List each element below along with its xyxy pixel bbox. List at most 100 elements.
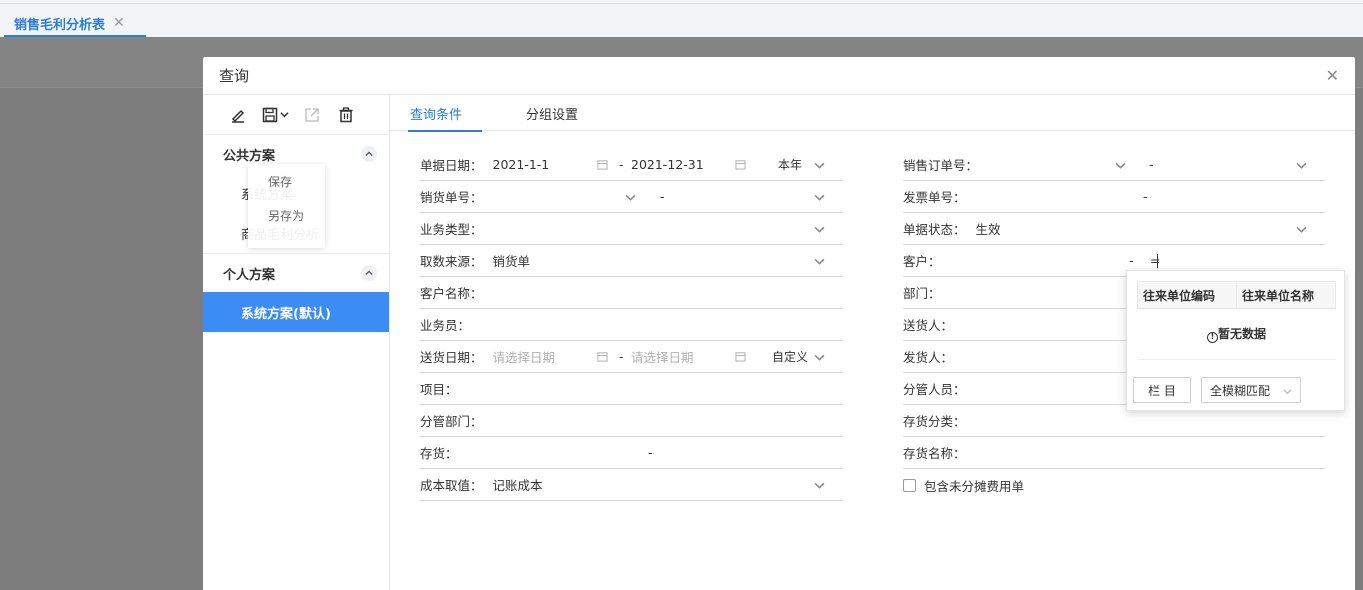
save-icon: [262, 107, 277, 122]
field-managed-dept[interactable]: 分管部门：: [420, 405, 843, 437]
top-line: [0, 3, 1363, 4]
edit-button[interactable]: [221, 101, 255, 129]
date-range-select[interactable]: 自定义: [772, 348, 808, 365]
tab-label: 销售毛利分析表: [14, 17, 106, 33]
match-mode-select[interactable]: 全模糊匹配: [1201, 377, 1301, 403]
dialog-header: 查询 ✕: [203, 57, 1355, 95]
field-data-source[interactable]: 取数来源： 销货单: [420, 245, 843, 277]
empty-text: 暂无数据: [1217, 327, 1266, 341]
tab-close-icon[interactable]: ✕: [113, 15, 125, 31]
query-tabs: 查询条件 分组设置: [390, 95, 1355, 132]
field-business-type[interactable]: 业务类型：: [420, 213, 843, 245]
field-value: 记账成本: [492, 478, 543, 493]
field-value: 销货单: [492, 254, 531, 269]
field-project[interactable]: 项目：: [420, 373, 843, 405]
tab-sales-margin[interactable]: 销售毛利分析表 ✕: [4, 9, 146, 37]
checkbox[interactable]: [903, 478, 916, 492]
range-separator: -: [1143, 189, 1148, 204]
chevron-down-icon[interactable]: [814, 224, 825, 235]
field-label: 分管部门：: [420, 414, 483, 429]
pencil-icon: [231, 109, 245, 123]
group-personal[interactable]: 个人方案: [203, 254, 389, 292]
divider: [1137, 359, 1336, 360]
field-sales-no[interactable]: 销货单号： -: [420, 181, 843, 213]
field-label: 销售订单号：: [903, 158, 979, 173]
close-icon[interactable]: ✕: [1326, 66, 1339, 85]
calendar-icon[interactable]: [735, 351, 746, 362]
field-label: 送货日期：: [420, 350, 483, 365]
export-icon: [305, 107, 319, 122]
chevron-up-icon[interactable]: [361, 265, 377, 281]
delete-button[interactable]: [329, 101, 363, 129]
left-field-column: 单据日期： 2021-1-1 - 2021-12-31 本年 销货单号： - 业…: [420, 149, 843, 501]
field-value: 生效: [975, 222, 1001, 237]
calendar-icon[interactable]: [735, 159, 746, 170]
chevron-down-icon[interactable]: [1296, 224, 1307, 235]
field-sales-order-no[interactable]: 销售订单号： -: [903, 149, 1325, 181]
field-doc-date[interactable]: 单据日期： 2021-1-1 - 2021-12-31 本年: [420, 149, 843, 181]
chevron-down-icon[interactable]: [1115, 160, 1126, 171]
scheme-panel: 公共方案 系统方案 商品毛利分析 个人方案 系统方案(默认) 保存 另存为: [203, 95, 390, 590]
chevron-down-icon[interactable]: [1296, 160, 1307, 171]
include-unallocated-checkbox[interactable]: 包含未分摊费用单: [903, 469, 1325, 501]
date-separator: -: [619, 157, 624, 172]
text-cursor: [1157, 254, 1158, 268]
group-title: 公共方案: [223, 148, 276, 164]
field-label: 单据日期：: [420, 158, 483, 173]
field-label: 存货名称：: [903, 446, 966, 461]
field-customer-name[interactable]: 客户名称：: [420, 277, 843, 309]
chevron-up-icon[interactable]: [361, 146, 377, 162]
empty-state: ! 暂无数据: [1127, 325, 1346, 343]
menu-item-save-as[interactable]: 另存为: [248, 198, 325, 232]
range-separator: -: [1129, 253, 1134, 268]
select-value: 全模糊匹配: [1210, 383, 1271, 398]
calendar-icon[interactable]: [597, 159, 608, 170]
field-label: 成本取值：: [420, 478, 483, 493]
top-tab-strip: 销售毛利分析表 ✕: [0, 0, 1363, 37]
save-menu: 保存 另存为: [248, 164, 325, 248]
export-button[interactable]: [295, 101, 329, 129]
chevron-down-icon[interactable]: [814, 352, 825, 363]
chevron-down-icon: [1283, 389, 1292, 395]
customer-input[interactable]: =: [1150, 253, 1160, 268]
trash-icon: [339, 106, 353, 122]
field-inventory[interactable]: 存货： -: [420, 437, 843, 469]
group-title: 个人方案: [223, 267, 276, 283]
save-dropdown-button[interactable]: [255, 101, 295, 129]
chevron-down-icon[interactable]: [814, 160, 825, 171]
field-cost-value[interactable]: 成本取值： 记账成本: [420, 469, 843, 501]
chevron-down-icon[interactable]: [814, 480, 825, 491]
date-separator: -: [619, 349, 624, 364]
scheme-item-selected[interactable]: 系统方案(默认): [203, 292, 389, 332]
chevron-down-icon[interactable]: [814, 256, 825, 267]
field-label: 销货单号：: [420, 190, 483, 205]
tab-group-settings[interactable]: 分组设置: [526, 95, 578, 131]
field-label: 项目：: [420, 382, 458, 397]
scheme-toolbar: [203, 95, 389, 135]
chevron-down-icon[interactable]: [814, 192, 825, 203]
chevron-down-icon[interactable]: [625, 192, 636, 203]
field-inventory-name[interactable]: 存货名称：: [903, 437, 1325, 469]
date-to[interactable]: 2021-12-31: [631, 157, 704, 172]
calendar-icon[interactable]: [597, 351, 608, 362]
columns-button[interactable]: 栏 目: [1133, 377, 1191, 403]
date-range-select[interactable]: 本年: [778, 156, 802, 173]
field-label: 存货：: [420, 446, 458, 461]
field-invoice-no[interactable]: 发票单号： -: [903, 181, 1325, 213]
field-label: 单据状态：: [903, 222, 966, 237]
menu-item-save[interactable]: 保存: [248, 164, 325, 198]
field-label: 业务员：: [420, 318, 471, 333]
field-label: 存货分类：: [903, 414, 966, 429]
field-label: 业务类型：: [420, 222, 483, 237]
date-from-placeholder[interactable]: 请选择日期: [493, 347, 556, 366]
field-label: 部门：: [903, 286, 941, 301]
tab-query-conditions[interactable]: 查询条件: [407, 95, 483, 132]
date-from[interactable]: 2021-1-1: [493, 157, 550, 172]
field-delivery-date[interactable]: 送货日期： 请选择日期 - 请选择日期 自定义: [420, 341, 843, 373]
field-doc-status[interactable]: 单据状态： 生效: [903, 213, 1325, 245]
date-to-placeholder[interactable]: 请选择日期: [631, 347, 694, 366]
chevron-down-icon: [279, 112, 289, 118]
range-separator: -: [660, 189, 665, 204]
field-label: 发货人：: [903, 350, 954, 365]
field-salesperson[interactable]: 业务员：: [420, 309, 843, 341]
